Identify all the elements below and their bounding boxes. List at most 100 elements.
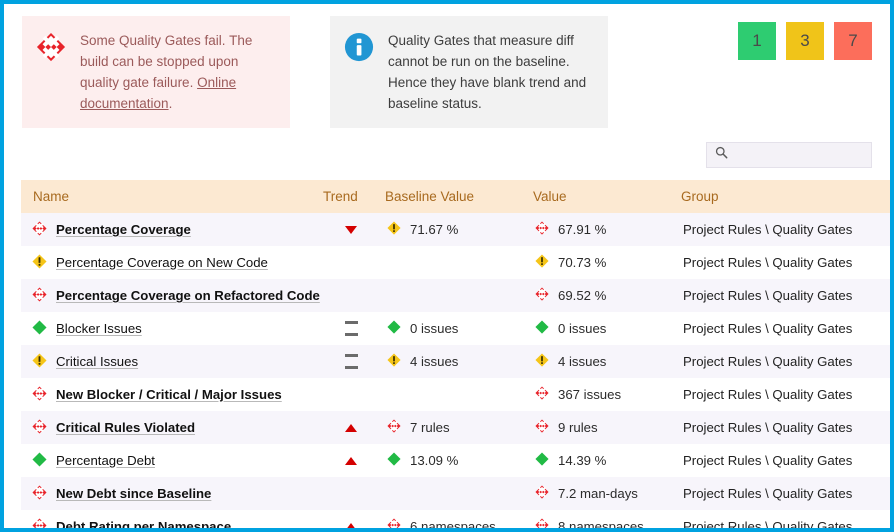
baseline-cell-content: 71.67 % (385, 213, 533, 246)
trend-none-icon (345, 295, 346, 296)
trend-cell-content (323, 444, 385, 477)
group-text: Project Rules \ Quality Gates (683, 387, 853, 402)
trend-up-icon (345, 522, 357, 528)
group-text: Project Rules \ Quality Gates (683, 420, 853, 435)
value-text: 8 namespaces (558, 519, 644, 532)
cell-name: Percentage Coverage on New Code (21, 246, 323, 279)
quality-gate-link[interactable]: Percentage Coverage (56, 222, 191, 237)
table-row[interactable]: Percentage Coverage 71.67 % 67.91 % Project… (21, 213, 890, 246)
name-cell-content: New Blocker / Critical / Major Issues (21, 378, 323, 411)
cell-trend (323, 477, 385, 510)
value-cell-content: 9 rules (533, 411, 681, 444)
column-header-value[interactable]: Value (533, 180, 681, 213)
name-cell-content: Debt Rating per Namespace (21, 510, 323, 528)
quality-gates-page: Some Quality Gates fail. The build can b… (0, 0, 894, 532)
trend-cell-content (323, 345, 385, 378)
cell-baseline-value: 13.09 % (385, 444, 533, 477)
cell-value: 367 issues (533, 378, 681, 411)
table-row[interactable]: Percentage Debt 13.09 % 14.39 % Project Rul… (21, 444, 890, 477)
quality-gate-link[interactable]: Percentage Debt (56, 453, 155, 468)
value-text: 9 rules (558, 420, 598, 435)
group-text: Project Rules \ Quality Gates (683, 486, 853, 501)
error-banner-text: Some Quality Gates fail. The build can b… (80, 30, 274, 114)
cell-trend (323, 444, 385, 477)
cell-baseline-value (385, 279, 533, 312)
cell-name: Critical Issues (21, 345, 323, 378)
table-row[interactable]: Percentage Coverage on Refactored Code 69… (21, 279, 890, 312)
error-count-label: 7 (848, 31, 858, 50)
baseline-value-text: 7 rules (410, 420, 450, 435)
ok-count-badge[interactable]: 1 (738, 22, 776, 60)
table-row[interactable]: Debt Rating per Namespace 6 namespaces 8 n… (21, 510, 890, 532)
cell-value: 70.73 % (533, 246, 681, 279)
quality-gate-link[interactable]: Percentage Coverage on Refactored Code (56, 288, 320, 303)
trend-cell-content (323, 411, 385, 444)
group-text: Project Rules \ Quality Gates (683, 453, 853, 468)
trend-cell-content (323, 279, 385, 312)
status-error-icon (32, 220, 47, 239)
trend-cell-content (323, 213, 385, 246)
status-ok-icon (32, 451, 47, 470)
group-cell-content: Project Rules \ Quality Gates (681, 213, 890, 246)
quality-gate-link[interactable]: Blocker Issues (56, 321, 142, 336)
group-cell-content: Project Rules \ Quality Gates (681, 411, 890, 444)
warning-count-badge[interactable]: 3 (786, 22, 824, 60)
cell-name: Percentage Coverage (21, 213, 323, 246)
quality-gate-link[interactable]: Critical Rules Violated (56, 420, 195, 435)
error-diamond-icon (36, 32, 66, 68)
quality-gate-link[interactable]: Critical Issues (56, 354, 138, 369)
baseline-value-text: 71.67 % (410, 222, 459, 237)
cell-trend (323, 345, 385, 378)
quality-gate-link[interactable]: Debt Rating per Namespace (56, 519, 231, 528)
quality-gate-link[interactable]: Percentage Coverage on New Code (56, 255, 268, 270)
trend-up-icon (345, 456, 357, 465)
table-row[interactable]: Blocker Issues 0 issues 0 issues Project Ru… (21, 312, 890, 345)
group-text: Project Rules \ Quality Gates (683, 354, 853, 369)
table-row[interactable]: Critical Rules Violated 7 rules 9 rules Pro… (21, 411, 890, 444)
baseline-cell-content: 7 rules (385, 411, 533, 444)
info-banner-text: Quality Gates that measure diff cannot b… (388, 33, 587, 111)
cell-value: 67.91 % (533, 213, 681, 246)
trend-equal-icon (345, 354, 358, 369)
table-row[interactable]: Percentage Coverage on New Code 70.73 % Pr… (21, 246, 890, 279)
status-error-icon (387, 518, 401, 528)
column-header-group[interactable]: Group (681, 180, 890, 213)
status-error-icon (535, 518, 549, 528)
column-header-baseline-value[interactable]: Baseline Value (385, 180, 533, 213)
name-cell-content: Percentage Coverage on Refactored Code (21, 279, 323, 312)
status-warning-icon (535, 254, 549, 271)
cell-baseline-value: 6 namespaces (385, 510, 533, 528)
quality-gates-table: Name Trend Baseline Value Value Group Pe… (21, 180, 890, 532)
value-text: 4 issues (558, 354, 607, 369)
error-count-badge[interactable]: 7 (834, 22, 872, 60)
table-row[interactable]: New Blocker / Critical / Major Issues 367… (21, 378, 890, 411)
search-box[interactable] (706, 142, 872, 168)
group-cell-content: Project Rules \ Quality Gates (681, 378, 890, 411)
value-text: 67.91 % (558, 222, 607, 237)
quality-gate-link[interactable]: New Debt since Baseline (56, 486, 211, 501)
baseline-cell-content (385, 279, 533, 312)
table-row[interactable]: Critical Issues 4 issues 4 issues Project R… (21, 345, 890, 378)
value-cell-content: 70.73 % (533, 246, 681, 279)
table-row[interactable]: New Debt since Baseline 7.2 man-days Proje… (21, 477, 890, 510)
column-header-trend[interactable]: Trend (323, 180, 385, 213)
column-header-name[interactable]: Name (21, 180, 323, 213)
quality-gate-link[interactable]: New Blocker / Critical / Major Issues (56, 387, 282, 402)
cell-baseline-value (385, 246, 533, 279)
trend-up-icon (345, 423, 357, 432)
status-warning-icon (535, 353, 549, 370)
cell-baseline-value: 7 rules (385, 411, 533, 444)
cell-baseline-value: 71.67 % (385, 213, 533, 246)
group-cell-content: Project Rules \ Quality Gates (681, 246, 890, 279)
cell-group: Project Rules \ Quality Gates (681, 411, 890, 444)
info-banner: Quality Gates that measure diff cannot b… (330, 16, 608, 128)
cell-baseline-value: 0 issues (385, 312, 533, 345)
status-badge-group: 1 3 7 (738, 16, 876, 60)
name-cell-content: New Debt since Baseline (21, 477, 323, 510)
group-text: Project Rules \ Quality Gates (683, 321, 853, 336)
status-error-icon (535, 386, 549, 403)
cell-trend (323, 378, 385, 411)
search-input[interactable] (734, 147, 870, 163)
name-cell-content: Critical Rules Violated (21, 411, 323, 444)
cell-value: 14.39 % (533, 444, 681, 477)
